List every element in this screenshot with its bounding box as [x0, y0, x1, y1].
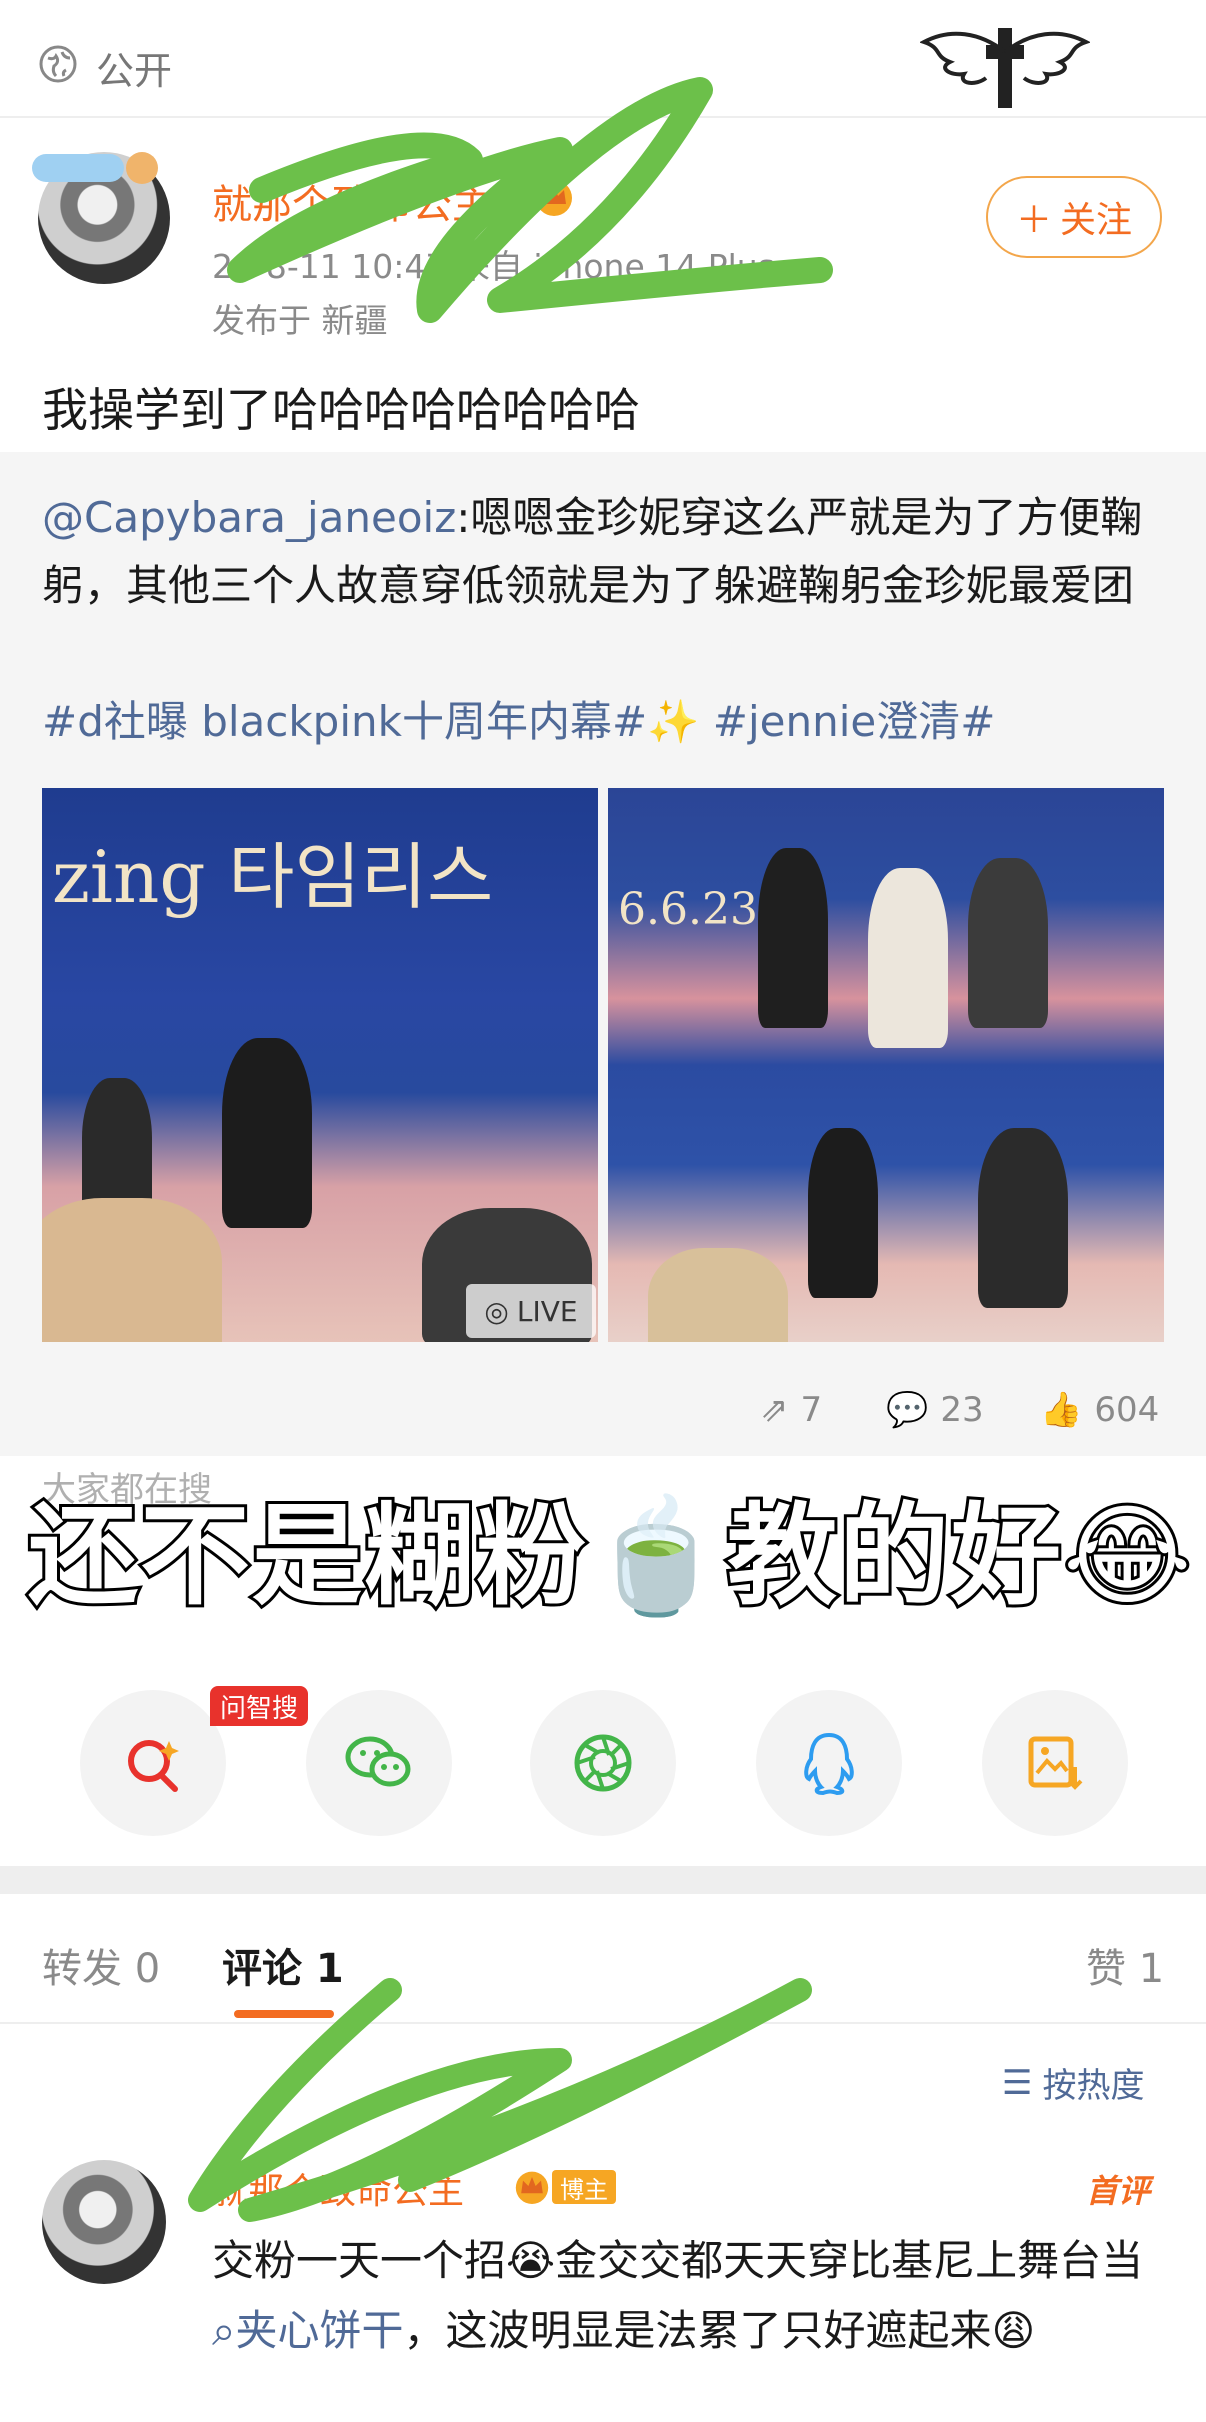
- share-icon: ⇗: [760, 1390, 789, 1430]
- follow-button[interactable]: ＋ 关注: [986, 176, 1162, 258]
- visibility-bar: 公开: [0, 0, 1206, 118]
- person-figure: [758, 848, 828, 1028]
- moments-share-button[interactable]: [530, 1690, 676, 1836]
- sort-by-hot-button[interactable]: ☰ 按热度: [1002, 2058, 1144, 2107]
- search-topic-label: 夹心饼干: [235, 2306, 404, 2355]
- tab-likes[interactable]: 赞 1: [1086, 1936, 1164, 1994]
- wechat-share-button[interactable]: [306, 1690, 452, 1836]
- comment-text-a: 交粉一天一个招😭金交交都天天穿比基尼上舞台当: [212, 2236, 1144, 2285]
- globe-icon: [39, 45, 77, 83]
- repost-hashtags[interactable]: #d社曝 blackpink十周年内幕#✨ #jennie澄清#: [42, 688, 995, 749]
- tab-reposts[interactable]: 转发 0: [42, 1936, 160, 1994]
- post-location: 发布于 新疆: [212, 301, 388, 340]
- weibo-post-page: 公开 就那个致命公主 26-8-11 10:47 来自 iPhone 14 Pl…: [0, 0, 1206, 2422]
- commenter-avatar[interactable]: [42, 2160, 166, 2284]
- active-tab-indicator: [234, 2010, 334, 2018]
- winged-cross-icon: [920, 28, 1090, 108]
- sort-icon: ☰: [1002, 2062, 1033, 2103]
- avatar-sticker-icon: [32, 152, 158, 184]
- person-figure: [968, 858, 1048, 1028]
- search-topic-link[interactable]: ⌕夹心饼干: [212, 2306, 404, 2355]
- sort-label: 按热度: [1042, 2066, 1145, 2106]
- repost-count: 7: [800, 1390, 823, 1430]
- live-icon: ◎: [484, 1294, 509, 1328]
- post-body: 我操学到了哈哈哈哈哈哈哈哈: [42, 383, 640, 437]
- photo-right[interactable]: 6.6.23: [608, 788, 1164, 1342]
- aperture-icon: [574, 1734, 632, 1792]
- smart-search-button[interactable]: [80, 1690, 226, 1836]
- save-image-icon: [1028, 1736, 1083, 1790]
- comment-count: 23: [940, 1390, 984, 1430]
- follow-label: 关注: [1060, 200, 1133, 241]
- crowd-hair: [42, 1198, 222, 1342]
- visibility-label: 公开: [96, 49, 173, 93]
- meme-caption: 还不是糊粉🍵教的好😂: [25, 1489, 1194, 1623]
- crown-icon: [515, 2171, 549, 2204]
- search-spark-icon: [128, 1740, 179, 1792]
- author-tag: 博主: [552, 2170, 616, 2204]
- tab-comments[interactable]: 评论 1: [222, 1936, 344, 1994]
- mention-link[interactable]: @Capybara_janeoiz: [42, 493, 456, 542]
- photo-right-banner: 6.6.23: [618, 884, 758, 935]
- comment-stat[interactable]: 💬 23: [886, 1390, 984, 1430]
- interaction-tabs: [0, 1894, 1206, 2024]
- comment-icon: 💬: [886, 1390, 929, 1430]
- post-timestamp: 26-8-11 10:47 来自 iPhone 14 Plus: [212, 247, 775, 286]
- live-label: LIVE: [516, 1294, 578, 1328]
- commenter-name[interactable]: 就那个致命公主: [212, 2162, 464, 2214]
- live-photo-badge: ◎ LIVE: [466, 1284, 596, 1338]
- repost-stat[interactable]: ⇗ 7: [760, 1390, 822, 1430]
- wechat-icon: [345, 1736, 411, 1787]
- person-figure: [808, 1128, 878, 1298]
- comment-text-b: ，这波明显是法累了只好遮起来😩: [403, 2306, 1036, 2355]
- photo-left[interactable]: zing 타임리스: [42, 788, 598, 1342]
- first-comment-badge: 首评: [1086, 2172, 1151, 2210]
- save-image-button[interactable]: [982, 1690, 1128, 1836]
- repost-body: @Capybara_janeoiz:嗯嗯金珍妮穿这么严就是为了方便鞠躬，其他三个…: [42, 484, 1172, 620]
- qq-share-button[interactable]: [756, 1690, 902, 1836]
- author-name[interactable]: 就那个致命公主: [212, 172, 492, 230]
- photo-left-banner: zing 타임리스: [52, 835, 494, 919]
- thumbs-up-icon: 👍: [1040, 1390, 1083, 1430]
- smart-search-badge: 问智搜: [210, 1686, 309, 1726]
- crown-icon: [536, 180, 572, 216]
- like-stat[interactable]: 👍 604: [1040, 1390, 1159, 1430]
- plus-icon: ＋: [1015, 200, 1052, 241]
- section-divider: [0, 1866, 1206, 1894]
- comment-body: 交粉一天一个招😭金交交都天天穿比基尼上舞台当 ⌕夹心饼干，这波明显是法累了只好遮起…: [212, 2226, 1162, 2366]
- person-figure: [978, 1128, 1068, 1308]
- qq-penguin-icon: [804, 1732, 854, 1795]
- like-count: 604: [1094, 1390, 1160, 1430]
- person-figure: [868, 868, 948, 1048]
- search-icon: ⌕: [212, 2306, 236, 2355]
- crowd-hair: [648, 1248, 788, 1342]
- person-figure: [222, 1038, 312, 1228]
